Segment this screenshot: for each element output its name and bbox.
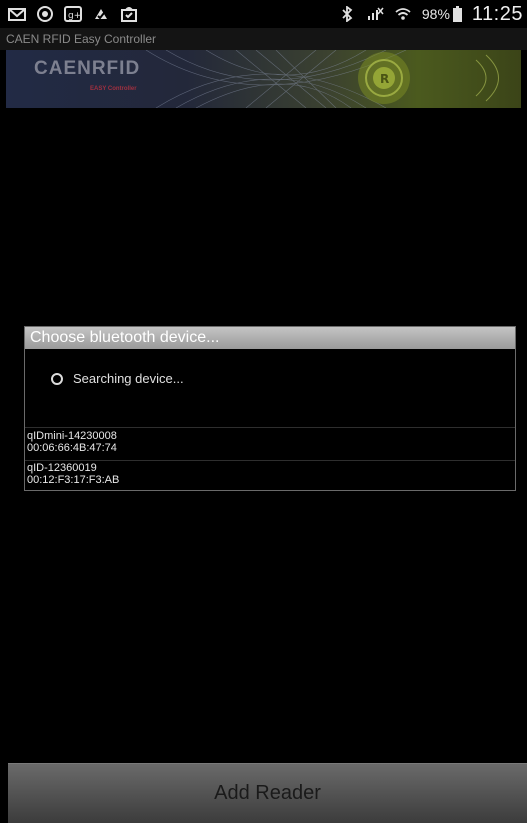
google-plus-icon: g+ [64,6,82,22]
vpn-icon [37,6,53,22]
brand-banner: R CAENRFID EASY Controller [6,50,521,108]
sync-icon [95,9,107,20]
device-list-item[interactable]: qIDmini-14230008 00:06:66:4B:47:74 [25,430,515,460]
wifi-icon [395,8,411,20]
add-reader-button[interactable]: Add Reader [8,763,527,823]
brand-logo: CAENRFID [34,58,141,79]
svg-text:R: R [380,72,389,86]
shopping-bag-icon [121,7,137,22]
device-list-item[interactable]: qID-12360019 00:12:F3:17:F3:AB [25,462,515,492]
device-address: 00:12:F3:17:F3:AB [27,474,120,486]
searching-text: Searching device... [73,371,184,386]
searching-status: Searching device... [51,371,184,386]
device-address: 00:06:66:4B:47:74 [27,442,117,454]
app-title: CAEN RFID Easy Controller [0,28,527,50]
svg-text:g+: g+ [68,11,81,21]
device-name: qID-12360019 [27,462,97,474]
bluetooth-icon [342,6,353,22]
divider [25,460,515,461]
status-bar: g+ 98% 11:25 [0,0,527,28]
bluetooth-device-dialog: Choose bluetooth device... Searching dev… [24,326,516,491]
signal-muted-icon [367,7,384,20]
gmail-icon [8,8,26,21]
divider [25,427,515,428]
clock: 11:25 [471,2,523,25]
system-icons: 98% 11:25 [338,3,523,26]
brand-subtitle: EASY Controller [90,86,137,92]
battery-icon [452,6,462,22]
notification-icons: g+ [8,6,138,22]
device-name: qIDmini-14230008 [27,430,117,442]
battery-percent: 98% [421,6,450,22]
loading-spinner-icon [51,372,63,385]
dialog-title: Choose bluetooth device... [25,327,515,349]
